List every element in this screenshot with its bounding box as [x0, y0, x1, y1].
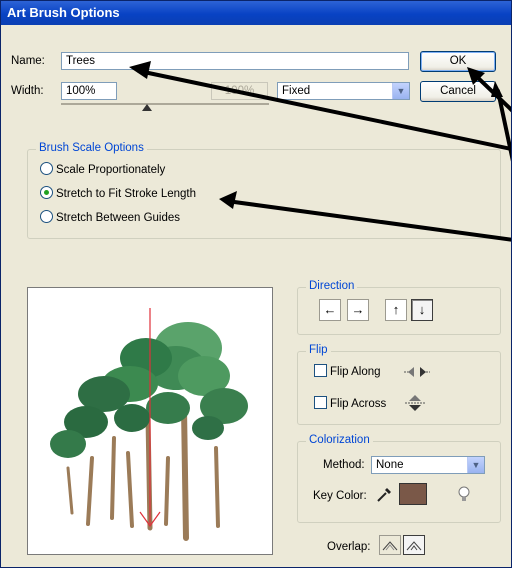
- art-brush-options-dialog: Art Brush Options Name: Trees Width: 100…: [0, 0, 512, 568]
- annotation-arrows: [129, 61, 511, 242]
